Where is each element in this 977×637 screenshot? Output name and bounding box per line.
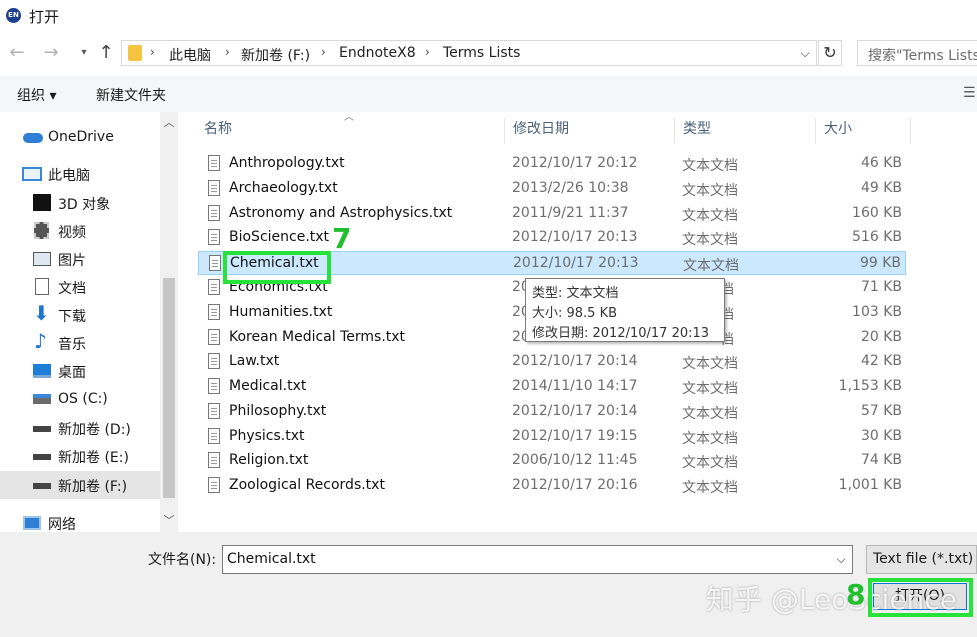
document-icon [35, 278, 49, 295]
network-icon [23, 516, 41, 530]
nav-item-video[interactable]: 视频 [0, 217, 160, 245]
back-arrow-icon[interactable]: ← [6, 40, 28, 66]
search-input[interactable]: 搜索"Terms Lists" [857, 40, 977, 66]
annotation-step-8: 8 [846, 578, 866, 611]
column-header-name[interactable]: 名称 [196, 118, 505, 144]
title-bar: EN 打开 [0, 0, 977, 32]
text-file-icon [208, 279, 220, 295]
nav-item-drive-e[interactable]: 新加卷 (E:) [0, 442, 160, 470]
breadcrumb-this-pc[interactable]: 此电脑 [169, 45, 211, 65]
file-info-tooltip: 类型: 文本文档 大小: 98.5 KB 修改日期: 2012/10/17 20… [525, 278, 725, 342]
drive-icon [33, 483, 51, 489]
chevron-right-icon[interactable]: › [321, 45, 326, 59]
nav-item-pictures[interactable]: 图片 [0, 245, 160, 273]
text-file-icon [209, 255, 221, 271]
endnote-app-icon: EN [6, 8, 21, 23]
file-row[interactable]: Astronomy and Astrophysics.txt 2011/9/21… [198, 202, 906, 226]
annotation-box-step-8 [868, 578, 973, 617]
text-file-icon [208, 403, 220, 419]
tooltip-date: 修改日期: 2012/10/17 20:13 [532, 326, 710, 341]
tooltip-type: 类型: 文本文档 [532, 286, 619, 301]
drive-c-icon [33, 394, 51, 404]
picture-icon [33, 252, 51, 266]
video-icon [34, 222, 49, 239]
text-file-icon [208, 180, 220, 196]
music-icon: ♪ [34, 329, 47, 353]
text-file-icon [208, 452, 220, 468]
text-file-icon [208, 155, 220, 171]
scroll-down-icon[interactable]: ﹀ [160, 512, 178, 528]
tooltip-size: 大小: 98.5 KB [532, 306, 618, 321]
address-bar[interactable]: › 此电脑 › 新加卷 (F:) › EndnoteX8 › Terms Lis… [121, 40, 817, 66]
3d-objects-icon [33, 194, 51, 211]
nav-item-3d-objects[interactable]: 3D 对象 [0, 189, 160, 217]
download-icon: ⬇ [33, 301, 50, 325]
annotation-box-step-7 [223, 251, 331, 284]
file-row[interactable]: Law.txt 2012/10/17 20:14 文本文档 42 KB [198, 350, 906, 374]
folder-icon [128, 45, 142, 61]
file-row[interactable]: Medical.txt 2014/11/10 14:17 文本文档 1,153 … [198, 375, 906, 399]
command-toolbar: 组织 ▾ 新建文件夹 ☰ [0, 76, 977, 112]
file-row[interactable]: Physics.txt 2012/10/17 19:15 文本文档 30 KB [198, 425, 906, 449]
file-row[interactable]: Archaeology.txt 2013/2/26 10:38 文本文档 49 … [198, 177, 906, 201]
navigation-pane: OneDrive 此电脑 3D 对象 视频 图片 文档 ⬇ 下载 ♪ 音乐 桌面… [0, 112, 178, 533]
nav-item-onedrive[interactable]: OneDrive [0, 124, 160, 152]
nav-item-desktop[interactable]: 桌面 [0, 357, 160, 385]
column-header-size[interactable]: 大小 [816, 118, 911, 144]
scroll-up-icon[interactable]: ︿ [160, 114, 178, 130]
breadcrumb-terms-lists[interactable]: Terms Lists [443, 45, 520, 61]
chevron-right-icon[interactable]: › [150, 45, 155, 59]
breadcrumb-drive-f[interactable]: 新加卷 (F:) [241, 45, 310, 65]
file-row[interactable]: Religion.txt 2006/10/12 11:45 文本文档 74 KB [198, 449, 906, 473]
text-file-icon [208, 205, 220, 221]
annotation-step-7: 7 [332, 222, 352, 255]
refresh-icon[interactable]: ↻ [818, 40, 842, 66]
column-header-type[interactable]: 类型 [675, 118, 816, 144]
text-file-icon [208, 329, 220, 345]
file-row[interactable]: Philosophy.txt 2012/10/17 20:14 文本文档 57 … [198, 400, 906, 424]
drive-icon [33, 426, 51, 432]
text-file-icon [208, 428, 220, 444]
breadcrumb-endnotex8[interactable]: EndnoteX8 [339, 45, 416, 61]
desktop-icon [33, 364, 51, 378]
text-file-icon [208, 304, 220, 320]
nav-item-drive-f[interactable]: 新加卷 (F:) [0, 471, 160, 499]
text-file-icon [208, 378, 220, 394]
column-header-date[interactable]: 修改日期 [505, 118, 675, 144]
file-row[interactable]: Anthropology.txt 2012/10/17 20:12 文本文档 4… [198, 152, 906, 176]
chevron-right-icon[interactable]: › [225, 45, 230, 59]
nav-item-this-pc[interactable]: 此电脑 [0, 160, 160, 188]
nav-item-os-c[interactable]: OS (C:) [0, 386, 160, 414]
nav-item-documents[interactable]: 文档 [0, 273, 160, 301]
filename-label: 文件名(N): [148, 552, 217, 568]
computer-icon [22, 167, 42, 181]
filename-dropdown-chevron-icon[interactable]: ⌵ [830, 545, 852, 574]
nav-item-downloads[interactable]: ⬇ 下载 [0, 301, 160, 329]
address-history-chevron-icon[interactable]: ⌵ [794, 41, 816, 65]
nav-scrollbar-thumb[interactable] [163, 278, 175, 498]
up-arrow-icon[interactable]: ↑ [95, 40, 117, 66]
text-file-icon [208, 229, 220, 245]
drive-icon [33, 454, 51, 460]
forward-arrow-icon[interactable]: → [40, 40, 62, 66]
organize-button[interactable]: 组织 ▾ [17, 85, 56, 105]
window-title: 打开 [29, 8, 60, 26]
nav-item-music[interactable]: ♪ 音乐 [0, 329, 160, 357]
file-row[interactable]: BioScience.txt 2012/10/17 20:13 文本文档 516… [198, 226, 906, 250]
cloud-icon [23, 133, 43, 143]
view-options-icon[interactable]: ☰ [963, 85, 976, 101]
filename-input[interactable]: Chemical.txt [222, 545, 853, 574]
file-row[interactable]: Zoological Records.txt 2012/10/17 20:16 … [198, 474, 906, 498]
new-folder-button[interactable]: 新建文件夹 [96, 85, 166, 105]
text-file-icon [208, 353, 220, 369]
nav-item-drive-d[interactable]: 新加卷 (D:) [0, 414, 160, 442]
recent-locations-chevron-icon[interactable]: ▾ [73, 40, 95, 66]
chevron-right-icon[interactable]: › [425, 45, 430, 59]
filetype-select[interactable]: Text file (*.txt) [866, 545, 977, 574]
text-file-icon [208, 477, 220, 493]
